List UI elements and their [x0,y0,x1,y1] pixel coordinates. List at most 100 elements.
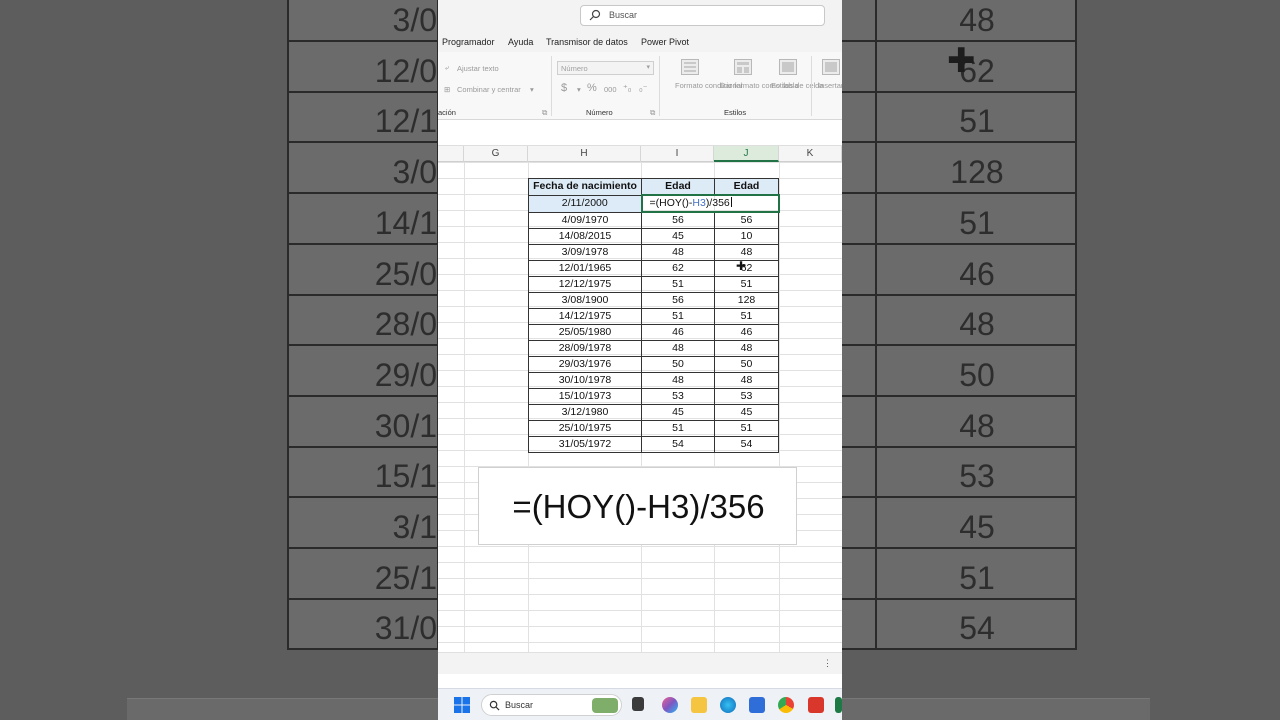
header-edad-i[interactable]: Edad [641,178,715,196]
table-cell[interactable]: 51 [641,420,715,437]
table-row: 25/05/1980 46 46 [528,324,779,341]
merge-center-button[interactable]: Combinar y centrar [457,85,521,94]
store-icon[interactable] [749,697,765,713]
table-cell[interactable]: 62 [714,260,779,277]
header-fecha-nacimiento[interactable]: Fecha de nacimiento [528,178,642,196]
column-header-g[interactable]: G [464,146,528,162]
table-cell[interactable]: 56 [641,292,715,309]
file-explorer-icon[interactable] [691,697,707,713]
table-cell[interactable]: 51 [641,308,715,325]
task-view-icon[interactable] [632,697,644,711]
table-cell[interactable]: 3/08/1900 [528,292,642,309]
table-cell[interactable]: 29/03/1976 [528,356,642,373]
table-cell[interactable]: 54 [641,436,715,453]
text-caret [730,197,732,207]
table-cell[interactable]: 48 [641,372,715,389]
wrap-text-button[interactable]: Ajustar texto [457,64,499,73]
gridline [438,546,842,547]
table-cell[interactable]: 3/09/1978 [528,244,642,261]
more-options-icon[interactable]: ⋮ [823,658,832,669]
currency-button[interactable]: $ [561,82,567,94]
table-cell[interactable]: 25/10/1975 [528,420,642,437]
table-cell[interactable]: 14/08/2015 [528,228,642,245]
windows-start-icon[interactable] [454,697,470,713]
table-cell[interactable]: 51 [641,276,715,293]
table-cell[interactable]: 48 [714,372,779,389]
table-cell[interactable]: 3/12/1980 [528,404,642,421]
table-cell[interactable]: 48 [714,244,779,261]
header-edad-j[interactable]: Edad [714,178,779,196]
edge-browser-icon[interactable] [720,697,736,713]
cell-styles-button[interactable]: Estilos de celda [771,81,824,90]
tab-power-pivot[interactable]: Power Pivot [641,37,689,47]
table-cell[interactable]: 46 [641,324,715,341]
thousands-button[interactable]: 000 [604,85,617,94]
chrome-icon[interactable] [778,697,794,713]
table-cell[interactable]: 45 [714,404,779,421]
table-cell[interactable]: 62 [641,260,715,277]
taskbar-search[interactable]: Buscar [481,694,622,716]
table-cell[interactable]: 128 [714,292,779,309]
column-header-j[interactable]: J [714,146,779,162]
excel-taskbar-icon[interactable] [835,697,842,713]
table-row: 15/10/1973 53 53 [528,388,779,405]
callout-formula-text: =(HOY()-H3)/356 [512,488,765,525]
insert-button[interactable]: Insertar [818,81,842,90]
active-cell-editing[interactable]: =(HOY()-H3)/356 [640,194,780,213]
column-header-k[interactable]: K [779,146,842,162]
dialog-launcher-icon[interactable]: ⧉ [542,108,547,118]
number-format-value: Número [561,64,588,73]
table-cell[interactable]: 12/01/1965 [528,260,642,277]
column-header-i[interactable]: I [641,146,714,162]
table-cell[interactable]: 54 [714,436,779,453]
table-cell[interactable]: 25/05/1980 [528,324,642,341]
table-cell[interactable]: 45 [641,228,715,245]
worksheet-grid[interactable]: Fecha de nacimiento Edad Edad 2/11/2000 … [438,162,842,652]
table-row: 30/10/1978 48 48 [528,372,779,389]
table-cell[interactable]: 45 [641,404,715,421]
table-cell[interactable]: 10 [714,228,779,245]
background-right-value: 51 [959,204,995,241]
table-cell[interactable]: 51 [714,276,779,293]
background-left-value: 25/1 [374,559,437,596]
table-cell[interactable]: 28/09/1978 [528,340,642,357]
increase-decimal-icon[interactable]: ⁺₀ [623,83,632,94]
table-cell[interactable]: 4/09/1970 [528,211,642,229]
number-format-select[interactable]: Número ▾ [557,61,654,75]
gridline [438,578,842,579]
table-cell[interactable]: 14/12/1975 [528,308,642,325]
copilot-icon[interactable] [662,697,678,713]
select-all-corner[interactable] [438,146,464,162]
table-cell[interactable]: 48 [641,244,715,261]
table-cell[interactable]: 53 [714,388,779,405]
search-icon [589,9,601,21]
background-right-value: 51 [959,559,995,596]
table-cell[interactable]: 30/10/1978 [528,372,642,389]
dialog-launcher-icon[interactable]: ⧉ [650,108,655,118]
table-cell[interactable]: 48 [714,340,779,357]
table-cell[interactable]: 53 [641,388,715,405]
tab-programador[interactable]: Programador [442,37,495,47]
table-cell[interactable]: 50 [714,356,779,373]
tab-ayuda[interactable]: Ayuda [508,37,533,47]
table-cell[interactable]: 12/12/1975 [528,276,642,293]
table-cell[interactable]: 50 [641,356,715,373]
search-box[interactable]: Buscar [580,5,825,26]
table-cell[interactable]: 2/11/2000 [528,194,642,213]
percent-button[interactable]: % [587,82,597,94]
table-cell[interactable]: 46 [714,324,779,341]
formula-reference: H3 [692,197,706,209]
table-cell[interactable]: 31/05/1972 [528,436,642,453]
table-cell[interactable]: 56 [641,211,715,229]
background-left-value: 29/0 [374,356,437,393]
background-right-value: 48 [959,2,995,38]
decrease-decimal-icon[interactable]: ₀⁻ [639,83,648,94]
table-cell[interactable]: 48 [641,340,715,357]
column-header-h[interactable]: H [528,146,641,162]
media-app-icon[interactable] [808,697,824,713]
table-cell[interactable]: 15/10/1973 [528,388,642,405]
tab-transmisor-de-datos[interactable]: Transmisor de datos [546,37,628,47]
table-cell[interactable]: 51 [714,308,779,325]
table-cell[interactable]: 51 [714,420,779,437]
table-cell[interactable]: 56 [714,211,779,229]
